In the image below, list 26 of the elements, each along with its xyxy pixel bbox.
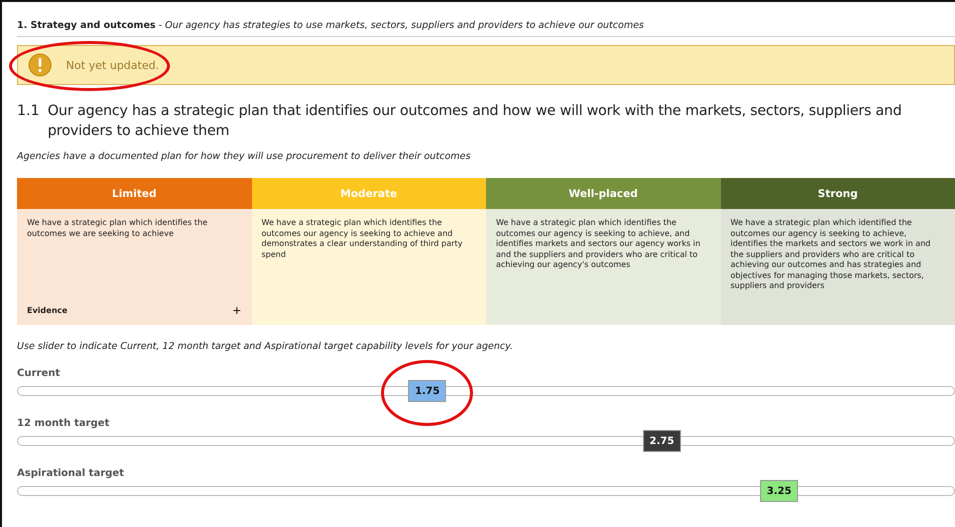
question-description: Agencies have a documented plan for how they will use procurement to deliver their outcomes	[17, 151, 472, 162]
level-header: Strong	[720, 178, 955, 209]
evidence-label: Evidence	[27, 306, 68, 316]
slider-label: Aspirational target	[17, 468, 125, 479]
level-description: We have a strategic plan which identifies the outcomes our agency is seeking to achieve and demonstrates a clear understanding of third party spend	[262, 218, 464, 260]
notice-text: Not yet updated.	[66, 58, 160, 72]
slider-label: 12 month target	[17, 418, 110, 429]
slider-thumb[interactable]: 3.25	[760, 480, 798, 502]
slider-thumb[interactable]: 2.75	[642, 430, 681, 452]
slider-instruction: Use slider to indicate Current, 12 month target and Aspirational target capability levels for your agency.	[17, 341, 514, 352]
warning-icon	[28, 53, 52, 77]
slider-label: Current	[17, 368, 62, 379]
slider[interactable]: 3.25	[17, 480, 955, 502]
level-header: Limited	[17, 178, 252, 209]
level-description: We have a strategic plan which identifies the outcomes we are seeking to achieve	[27, 218, 208, 239]
level-description: We have a strategic plan which identifies the outcomes our agency is seeking to achieve, and identifies markets and sectors our agency works in and the suppliers and providers who are critical to achieving our agency's outcomes	[496, 218, 702, 270]
slider[interactable]: 2.75	[17, 430, 955, 452]
level-description: We have a strategic plan which identified the outcomes our agency is seeking to achieve, identifies the markets and sectors we work in and the suppliers and providers who are critical to achieving our outcomes and has strategies and objectives for managing those markets, sectors, suppliers and providers	[730, 218, 932, 292]
question-number: 1.1	[17, 102, 40, 121]
level-header: Well-placed	[486, 178, 720, 209]
expand-button[interactable]: +	[232, 306, 242, 316]
question-title: Our agency has a strategic plan that identifies our outcomes and how we will work with the markets, sectors, suppliers and providers to achieve them	[48, 102, 903, 141]
section-title: 1. Strategy and outcomes - Our agency has strategies to use markets, sectors, suppliers and providers to achieve our outcomes	[17, 20, 644, 31]
slider[interactable]: 1.75	[17, 380, 955, 402]
slider-thumb[interactable]: 1.75	[408, 380, 446, 402]
level-header: Moderate	[252, 178, 486, 209]
